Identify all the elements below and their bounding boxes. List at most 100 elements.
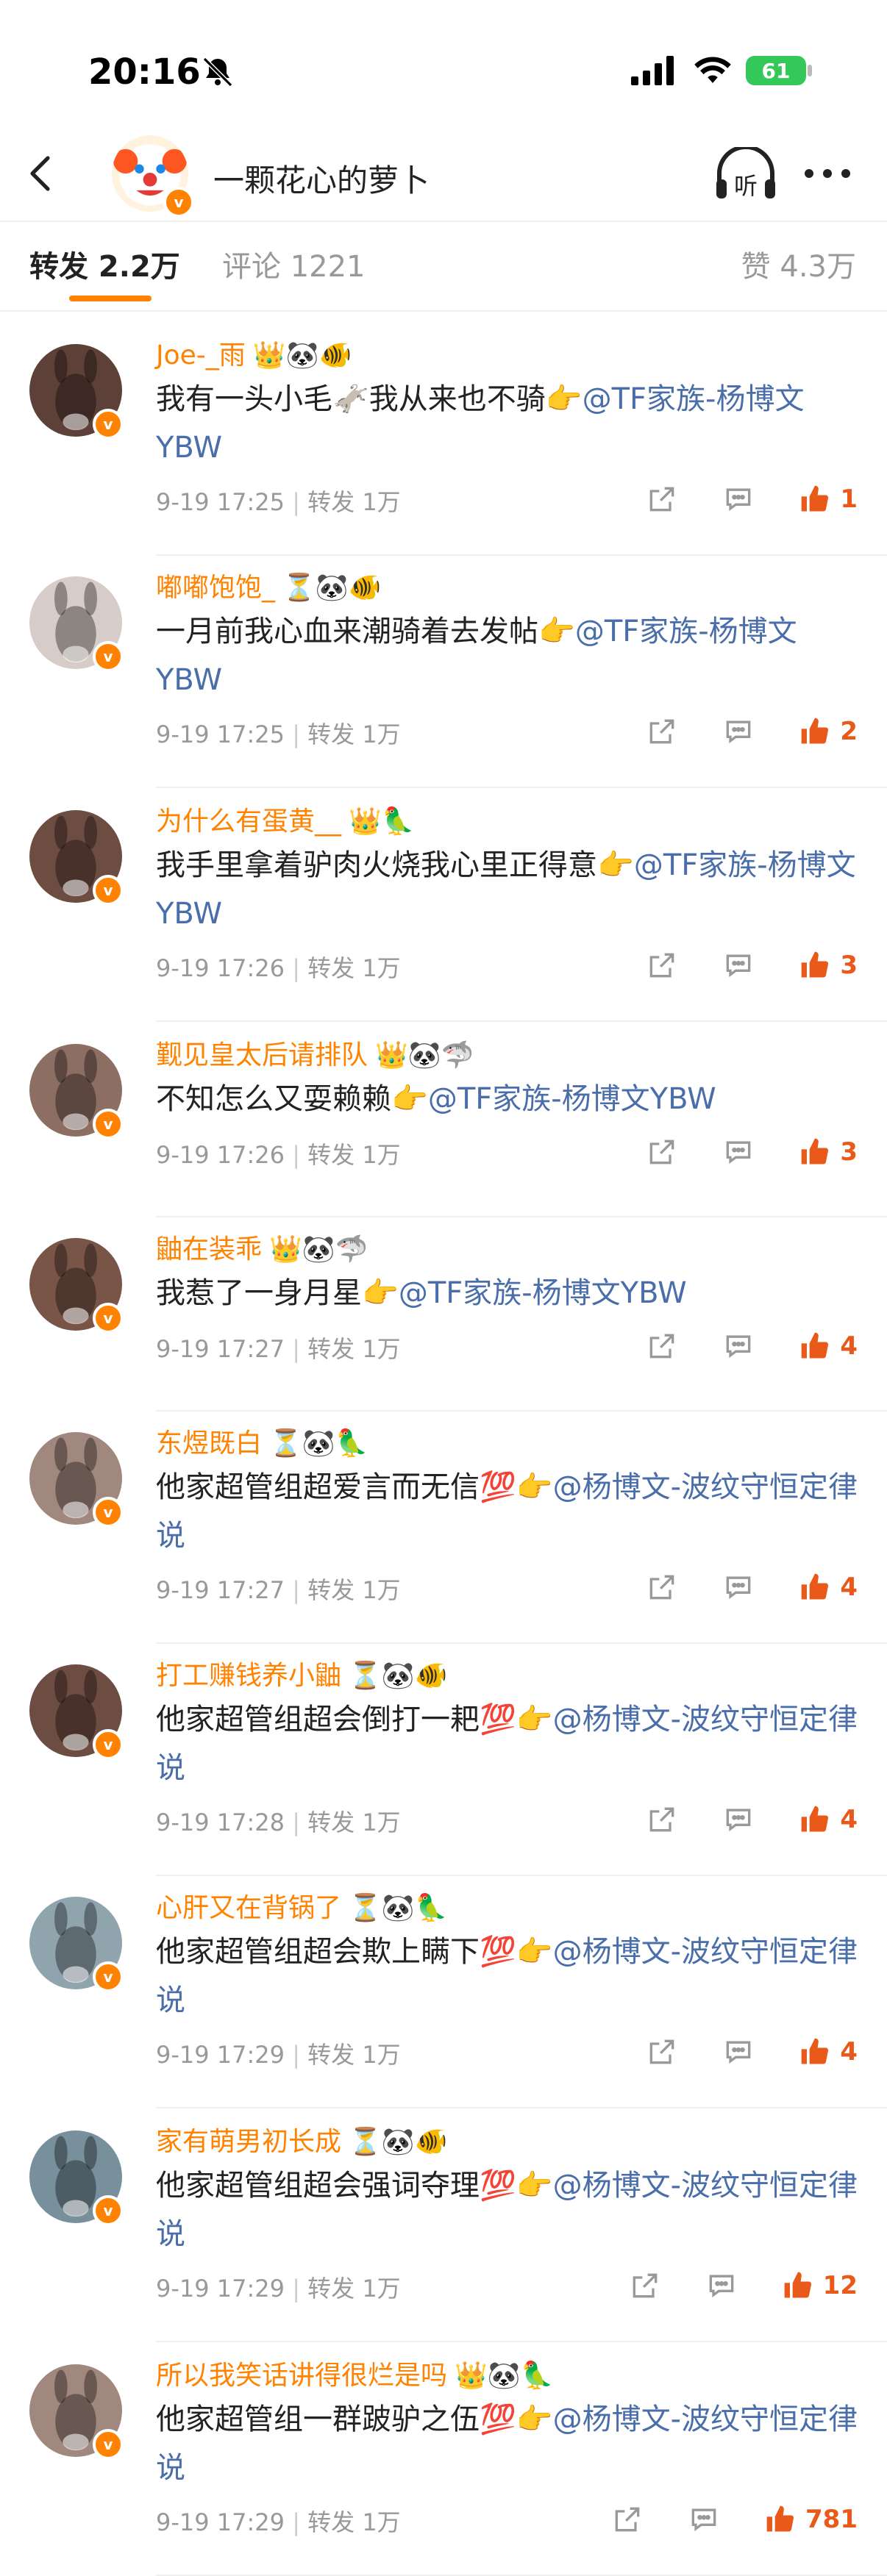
repost-meta: 9-19 17:26 | 转发 1万 [156,950,401,984]
meta-separator: | [285,1576,308,1604]
user-badges: ⏳🐼🦜 [269,1428,368,1459]
user-name[interactable]: 打工赚钱养小鼬 ⏳🐼🐠 [156,1654,448,1692]
user-name[interactable]: 为什么有蛋黄__ 👑🦜 [156,800,415,838]
repost-meta: 9-19 17:29 | 转发 1万 [156,2270,401,2304]
user-name[interactable]: 鼬在装乖 👑🐼🦈 [156,1228,368,1266]
like-button[interactable]: 2 [799,715,858,748]
tab-comments[interactable]: 评论 1221 [222,243,366,285]
mention-link[interactable]: @TF家族-杨博文YBW [399,1276,687,1310]
repost-actions: 781 [567,2501,858,2538]
repost-count: 转发 1万 [307,2275,401,2303]
comment-icon[interactable] [722,2036,755,2068]
battery-cap [808,65,812,76]
repost-text: 他家超管组超会强词夺理💯👉@杨博文-波纹守恒定律说 [156,2161,862,2258]
like-button[interactable]: 3 [799,949,858,981]
repost-item[interactable]: v 鼬在装乖 👑🐼🦈 我惹了一身月星👉@TF家族-杨博文YBW 9-19 17:27 |… [0,1217,887,1412]
verified-badge-icon: v [93,875,124,906]
user-name-text: 嘟嘟饱饱_ [156,573,276,603]
repost-actions: 2 [602,713,858,750]
repost-text: 他家超管组超会倒打一耙💯👉@杨博文-波纹守恒定律说 [156,1695,862,1792]
repost-item[interactable]: v 所以我笑话讲得很烂是吗 👑🐼🦜 他家超管组一群跛驴之伍💯👉@杨博文-波纹守恒定律说… [0,2344,887,2576]
like-button[interactable]: 1 [799,483,858,515]
repost-text: 不知怎么又耍赖赖👉@TF家族-杨博文YBW [156,1075,862,1123]
like-count: 3 [840,951,858,980]
comment-icon[interactable] [722,949,755,981]
meta-separator: | [285,2508,308,2536]
user-name[interactable]: 所以我笑话讲得很烂是吗 👑🐼🦜 [156,2354,554,2392]
user-badges: 👑🐼🐠 [252,340,352,371]
user-name-text: Joe-_雨 [156,340,246,371]
repost-item[interactable]: v 嘟嘟饱饱_ ⏳🐼🐠 一月前我心血来潮骑着去发帖👉@TF家族-杨博文YBW 9-19 … [0,556,887,788]
share-icon[interactable] [646,1571,678,1603]
tabs-divider [0,310,887,312]
repost-item[interactable]: v 觐见皇太后请排队 👑🐼🦈 不知怎么又耍赖赖👉@TF家族-杨博文YBW 9-19 17… [0,1023,887,1217]
user-name[interactable]: 嘟嘟饱饱_ ⏳🐼🐠 [156,566,382,604]
tab-likes[interactable]: 赞 4.3万 [741,243,856,285]
comment-icon[interactable] [722,715,755,748]
like-button[interactable]: 781 [764,2503,858,2536]
user-name[interactable]: 觐见皇太后请排队 👑🐼🦈 [156,1034,474,1072]
repost-item[interactable]: v 心肝又在背锅了 ⏳🐼🦜 他家超管组超会欺上瞒下💯👉@杨博文-波纹守恒定律说 9-19… [0,1876,887,2108]
comment-icon[interactable] [722,1803,755,1836]
share-icon[interactable] [629,2269,661,2302]
comment-icon[interactable] [722,1571,755,1603]
comment-icon[interactable] [722,1330,755,1362]
like-count: 1 [840,484,858,514]
user-name-text: 所以我笑话讲得很烂是吗 [156,2361,448,2391]
like-button[interactable]: 12 [782,2269,858,2302]
mention-link[interactable]: @TF家族-杨博文YBW [428,1082,716,1116]
repost-count: 转发 1万 [307,2041,401,2069]
share-icon[interactable] [611,2503,644,2536]
share-icon[interactable] [646,715,678,748]
user-name-text: 打工赚钱养小鼬 [156,1661,342,1691]
user-name-text: 心肝又在背锅了 [156,1893,342,1923]
meta-separator: | [285,488,308,516]
like-button[interactable]: 4 [799,2036,858,2068]
share-icon[interactable] [646,1803,678,1836]
like-button[interactable]: 4 [799,1330,858,1362]
user-name[interactable]: 东煜既白 ⏳🐼🦜 [156,1422,368,1460]
row-divider [156,2341,887,2342]
comment-icon[interactable] [722,1136,755,1168]
headphones-listen-icon[interactable]: 听 [713,147,778,203]
share-icon[interactable] [646,949,678,981]
like-count: 4 [840,1573,858,1602]
repost-actions: 3 [602,1134,858,1170]
user-name[interactable]: 家有萌男初长成 ⏳🐼🐠 [156,2120,448,2158]
thumbs-up-icon [801,1332,829,1359]
repost-time: 9-19 17:27 [156,1576,285,1604]
verified-badge-icon: v [93,1729,124,1760]
like-button[interactable]: 4 [799,1571,858,1603]
share-icon[interactable] [646,1330,678,1362]
meta-separator: | [285,1141,308,1169]
verified-badge-icon: v [93,2195,124,2226]
like-count: 2 [840,717,858,746]
status-time: 20:16 [88,51,201,93]
verified-badge-icon: v [93,1303,124,1334]
like-button[interactable]: 4 [799,1803,858,1836]
back-arrow-icon[interactable] [22,153,63,194]
active-tab-indicator [69,296,152,301]
user-badges: 👑🐼🦈 [269,1234,368,1264]
share-icon[interactable] [646,1136,678,1168]
thumbs-up-icon [784,2272,811,2298]
comment-icon[interactable] [688,2503,720,2536]
repost-count: 转发 1万 [307,954,401,982]
share-icon[interactable] [646,483,678,515]
comment-icon[interactable] [705,2269,738,2302]
like-button[interactable]: 3 [799,1136,858,1168]
user-badges: 👑🐼🦈 [375,1040,474,1070]
more-options-icon[interactable] [802,166,853,181]
thumbs-up-icon [801,1138,829,1164]
user-name[interactable]: 心肝又在背锅了 ⏳🐼🦜 [156,1886,448,1925]
repost-item[interactable]: v 为什么有蛋黄__ 👑🦜 我手里拿着驴肉火烧我心里正得意👉@TF家族-杨博文YBW 9… [0,790,887,1022]
share-icon[interactable] [646,2036,678,2068]
repost-item[interactable]: v 东煜既白 ⏳🐼🦜 他家超管组超爱言而无信💯👉@杨博文-波纹守恒定律说 9-19 17… [0,1412,887,1644]
repost-item[interactable]: v 打工赚钱养小鼬 ⏳🐼🐠 他家超管组超会倒打一耙💯👉@杨博文-波纹守恒定律说 9-19… [0,1644,887,1876]
repost-item[interactable]: v Joe-_雨 👑🐼🐠 我有一头小毛🫏我从来也不骑👉@TF家族-杨博文YBW 9-19… [0,323,887,556]
tab-reposts[interactable]: 转发 2.2万 [29,243,180,285]
repost-item[interactable]: v 家有萌男初长成 ⏳🐼🐠 他家超管组超会强词夺理💯👉@杨博文-波纹守恒定律说 9-19… [0,2110,887,2342]
repost-time: 9-19 17:27 [156,1335,285,1363]
user-name[interactable]: Joe-_雨 👑🐼🐠 [156,334,352,372]
comment-icon[interactable] [722,483,755,515]
